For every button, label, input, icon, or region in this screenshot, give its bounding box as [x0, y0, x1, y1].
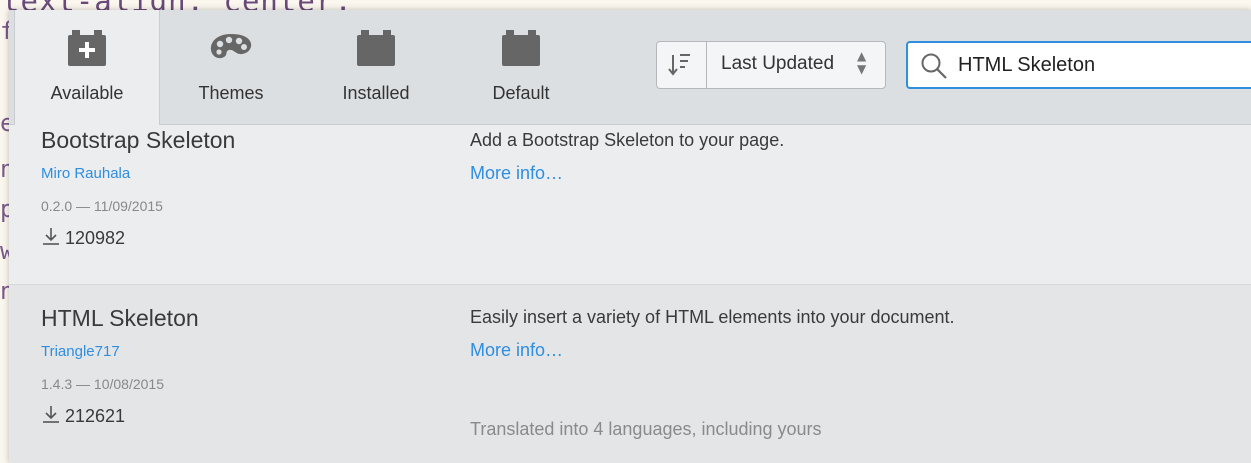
- sort-label: Last Updated: [721, 53, 835, 74]
- extension-downloads: 212621: [41, 404, 125, 429]
- search-icon: [920, 52, 948, 84]
- more-info-link[interactable]: More info…: [470, 340, 563, 361]
- extension-manager-panel: Available Themes Installed Default Last …: [9, 10, 1251, 463]
- tab-installed[interactable]: Installed: [304, 10, 448, 124]
- plus-box-icon: [68, 30, 106, 70]
- toolbar: Available Themes Installed Default Last …: [9, 10, 1251, 125]
- extension-version-date: 0.2.0 — 11/09/2015: [41, 198, 163, 214]
- extension-title: Bootstrap Skeleton: [41, 127, 236, 153]
- download-count: 120982: [65, 228, 126, 248]
- tab-label: Available: [50, 83, 124, 103]
- puzzle-block-icon: [357, 30, 395, 70]
- extension-downloads: 120982: [41, 226, 125, 251]
- download-count: 212621: [65, 406, 126, 426]
- download-icon: [41, 404, 61, 429]
- more-info-link[interactable]: More info…: [470, 163, 563, 184]
- palette-icon: [209, 32, 253, 66]
- list-item[interactable]: Bootstrap Skeleton Miro Rauhala 0.2.0 — …: [9, 125, 1251, 283]
- extension-author-link[interactable]: Triangle717: [41, 343, 120, 360]
- search-input[interactable]: [958, 43, 1248, 87]
- extension-version-date: 1.4.3 — 10/08/2015: [41, 376, 164, 392]
- tab-label: Default: [492, 83, 550, 103]
- tab-available[interactable]: Available: [14, 10, 160, 125]
- sort-dropdown[interactable]: Last Updated ▲ ▼: [656, 41, 886, 89]
- tab-default[interactable]: Default: [449, 10, 593, 124]
- extension-author-link[interactable]: Miro Rauhala: [41, 165, 130, 182]
- extension-description: Easily insert a variety of HTML elements…: [470, 307, 955, 327]
- extension-title: HTML Skeleton: [41, 305, 199, 331]
- search-field[interactable]: [906, 41, 1251, 89]
- sort-order-icon[interactable]: [657, 42, 707, 88]
- puzzle-block-icon: [502, 30, 540, 70]
- chevron-up-down-icon: ▲ ▼: [857, 49, 867, 76]
- tab-label: Installed: [342, 83, 410, 103]
- tab-themes[interactable]: Themes: [159, 10, 303, 124]
- translation-note: Translated into 4 languages, including y…: [470, 419, 822, 439]
- download-icon: [41, 226, 61, 251]
- extension-description: Add a Bootstrap Skeleton to your page.: [470, 130, 785, 150]
- list-item[interactable]: HTML Skeleton Triangle717 1.4.3 — 10/08/…: [9, 284, 1251, 463]
- tab-label: Themes: [198, 83, 264, 103]
